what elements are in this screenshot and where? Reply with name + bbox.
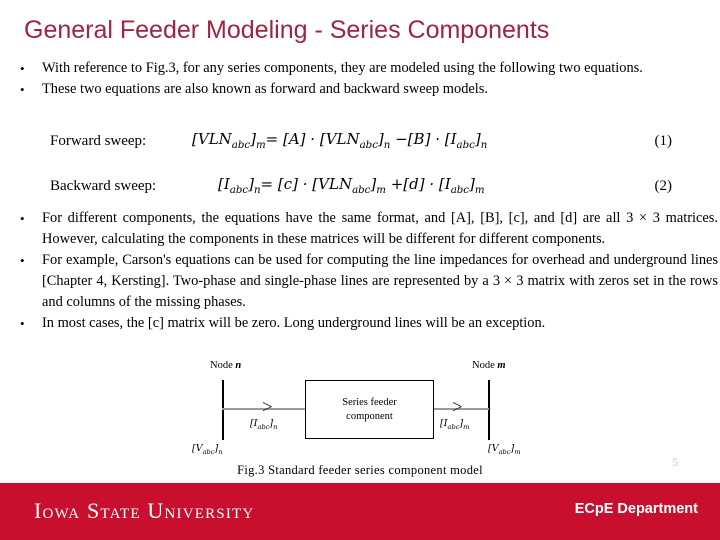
figure-component-box: Series feeder component <box>305 380 434 439</box>
page-title: General Feeder Modeling - Series Compone… <box>24 16 550 44</box>
department-label: ECpE Department <box>574 501 698 517</box>
list-item-text: With reference to Fig.3, for any series … <box>42 60 643 76</box>
bullet-dot-icon: • <box>20 61 25 76</box>
bullet-list-mid: • For different components, the equation… <box>6 208 718 334</box>
list-item: • With reference to Fig.3, for any serie… <box>6 58 716 79</box>
bullet-dot-icon: • <box>20 253 25 268</box>
list-item-text: In most cases, the [c] matrix will be ze… <box>42 315 546 331</box>
figure-arrow-left-icon: > <box>262 397 273 418</box>
bullet-dot-icon: • <box>20 211 25 226</box>
figure-box-line2: component <box>346 410 393 422</box>
list-item-text: These two equations are also known as fo… <box>42 81 488 97</box>
list-item-text: For example, Carson's equations can be u… <box>42 252 718 310</box>
figure-caption: Fig.3 Standard feeder series component m… <box>237 463 483 477</box>
list-item: • For different components, the equation… <box>6 208 718 250</box>
figure-bus-left <box>222 380 224 440</box>
bullet-dot-icon: • <box>20 316 25 331</box>
slide-canvas: General Feeder Modeling - Series Compone… <box>0 0 720 540</box>
page-number: 5 <box>672 455 678 469</box>
university-logo: Iowa State University <box>34 498 255 523</box>
equation-label-backward: Backward sweep: <box>50 178 157 194</box>
bullet-dot-icon: • <box>20 82 25 97</box>
figure-voltage-right-label: [Vabc]m <box>488 443 521 456</box>
equation-forward-sweep: [VLNabc]m= [A] · [VLNabc]n −[B] · [Iabc]… <box>192 130 488 151</box>
equation-block: Forward sweep: [VLNabc]m= [A] · [VLNabc]… <box>0 128 720 218</box>
equation-number-2: (2) <box>654 178 673 194</box>
figure-current-right-label: [Iabc]m <box>440 418 470 431</box>
figure-bus-right <box>488 380 490 440</box>
figure-series-component-model: Node n Node m > > Series feeder componen… <box>192 360 545 465</box>
list-item: • In most cases, the [c] matrix will be … <box>6 313 718 334</box>
list-item-text: For different components, the equations … <box>42 210 718 247</box>
equation-backward-sweep: [Iabc]n= [c] · [VLNabc]m +[d] · [Iabc]m <box>218 175 485 196</box>
footer-bar: Iowa State University ECpE Department <box>0 483 720 540</box>
bullet-list-top: • With reference to Fig.3, for any serie… <box>6 58 716 100</box>
figure-box-line1: Series feeder <box>342 396 397 408</box>
figure-node-right-label: Node m <box>472 360 506 371</box>
equation-row-forward: Forward sweep: [VLNabc]m= [A] · [VLNabc]… <box>0 128 720 173</box>
equation-number-1: (1) <box>654 133 673 149</box>
list-item: • These two equations are also known as … <box>6 79 716 100</box>
figure-voltage-left-label: [Vabc]n <box>192 443 223 456</box>
figure-node-left-label: Node n <box>210 360 242 371</box>
figure-current-left-label: [Iabc]n <box>250 418 278 431</box>
list-item: • For example, Carson's equations can be… <box>6 250 718 313</box>
figure-arrow-right-icon: > <box>452 397 463 418</box>
equation-label-forward: Forward sweep: <box>50 133 147 149</box>
